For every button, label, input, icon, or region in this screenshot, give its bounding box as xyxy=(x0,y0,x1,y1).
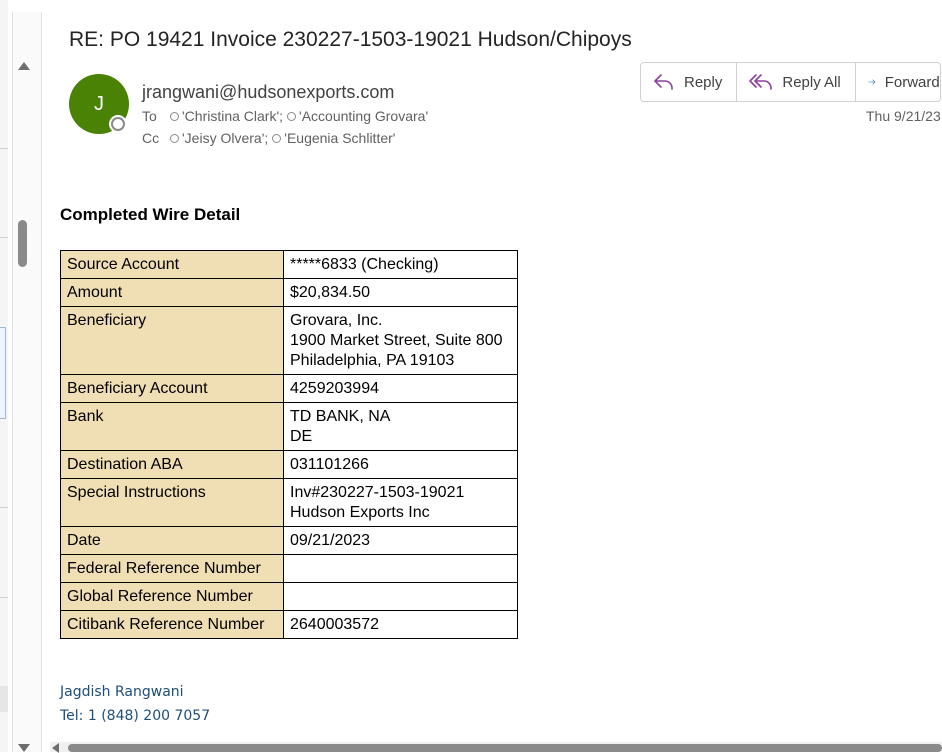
sent-date: Thu 9/21/23 xyxy=(866,108,941,124)
to-line: To 'Christina Clark'; 'Accounting Grovar… xyxy=(142,108,432,124)
contact-status-icon xyxy=(170,133,179,143)
table-row: Federal Reference Number xyxy=(60,554,518,583)
table-row: Beneficiary Account 4259203994 xyxy=(60,374,518,403)
contact-status-icon xyxy=(272,133,282,143)
forward-button[interactable]: Forward xyxy=(856,63,940,101)
recipient-cc-2[interactable]: 'Eugenia Schlitter' xyxy=(272,130,395,146)
reply-icon xyxy=(654,74,673,90)
row-value: Inv#230227-1503-19021 Hudson Exports Inc xyxy=(283,478,518,527)
reply-all-label: Reply All xyxy=(782,73,841,91)
row-label: Date xyxy=(60,526,284,555)
presence-status-icon xyxy=(111,117,125,131)
message-actions: Reply Reply All Forward xyxy=(640,62,941,102)
recipient-cc-1[interactable]: 'Jeisy Olvera'; xyxy=(170,130,268,146)
vertical-scroll-thumb[interactable] xyxy=(18,220,27,267)
to-label: To xyxy=(142,108,157,124)
row-value xyxy=(283,554,518,583)
row-value xyxy=(283,582,518,611)
table-row: Global Reference Number xyxy=(60,582,518,611)
table-row: Bank TD BANK, NA DE xyxy=(60,402,518,451)
scroll-down-icon[interactable] xyxy=(18,744,30,752)
row-value: 031101266 xyxy=(283,450,518,479)
vertical-scrollbar[interactable] xyxy=(12,12,42,752)
reply-label: Reply xyxy=(684,73,723,91)
cc-label: Cc xyxy=(142,130,160,146)
forward-label: Forward xyxy=(884,73,940,91)
row-label: Federal Reference Number xyxy=(60,554,284,583)
table-row: Citibank Reference Number 2640003572 xyxy=(60,610,518,639)
signature-phone: Tel: 1 (848) 200 7057 xyxy=(60,708,211,724)
wire-detail-heading: Completed Wire Detail xyxy=(60,205,241,224)
table-row: Special Instructions Inv#230227-1503-190… xyxy=(60,478,518,527)
table-row: Date 09/21/2023 xyxy=(60,526,518,555)
contact-status-icon xyxy=(170,111,179,121)
table-row: Destination ABA 031101266 xyxy=(60,450,518,479)
row-label: Special Instructions xyxy=(60,478,284,527)
row-label: Destination ABA xyxy=(60,450,284,479)
reply-button[interactable]: Reply xyxy=(641,63,738,101)
forward-icon xyxy=(868,79,875,85)
row-value: 09/21/2023 xyxy=(283,526,518,555)
row-label: Beneficiary xyxy=(60,306,284,375)
row-value: Grovara, Inc. 1900 Market Street, Suite 8… xyxy=(283,306,518,375)
row-value: *****6833 (Checking) xyxy=(283,250,518,279)
message-list-edge xyxy=(0,0,8,752)
row-label: Bank xyxy=(60,402,284,451)
signature-name: Jagdish Rangwani xyxy=(60,684,184,700)
row-label: Beneficiary Account xyxy=(60,374,284,403)
avatar-initial: J xyxy=(94,92,104,115)
row-label: Source Account xyxy=(60,250,284,279)
row-label: Global Reference Number xyxy=(60,582,284,611)
row-value: $20,834.50 xyxy=(283,278,518,307)
reply-all-icon xyxy=(749,74,773,90)
row-value: TD BANK, NA DE xyxy=(283,402,518,451)
cc-line: Cc 'Jeisy Olvera'; 'Eugenia Schlitter' xyxy=(142,130,399,146)
email-subject: RE: PO 19421 Invoice 230227-1503-19021 H… xyxy=(69,28,632,51)
wire-detail-table: Source Account *****6833 (Checking) Amou… xyxy=(60,250,518,639)
row-value: 4259203994 xyxy=(283,374,518,403)
recipient-to-2[interactable]: 'Accounting Grovara' xyxy=(287,108,428,124)
scroll-up-icon[interactable] xyxy=(18,62,30,70)
row-label: Amount xyxy=(60,278,284,307)
row-label: Citibank Reference Number xyxy=(60,610,284,639)
reply-all-button[interactable]: Reply All xyxy=(737,63,856,101)
recipient-to-1[interactable]: 'Christina Clark'; xyxy=(170,108,283,124)
horizontal-scroll-thumb[interactable] xyxy=(68,744,942,752)
row-value: 2640003572 xyxy=(283,610,518,639)
table-row: Amount $20,834.50 xyxy=(60,278,518,307)
table-row: Beneficiary Grovara, Inc. 1900 Market Str… xyxy=(60,306,518,375)
sender-address[interactable]: jrangwani@hudsonexports.com xyxy=(142,82,394,103)
contact-status-icon xyxy=(287,111,297,121)
table-row: Source Account *****6833 (Checking) xyxy=(60,250,518,279)
